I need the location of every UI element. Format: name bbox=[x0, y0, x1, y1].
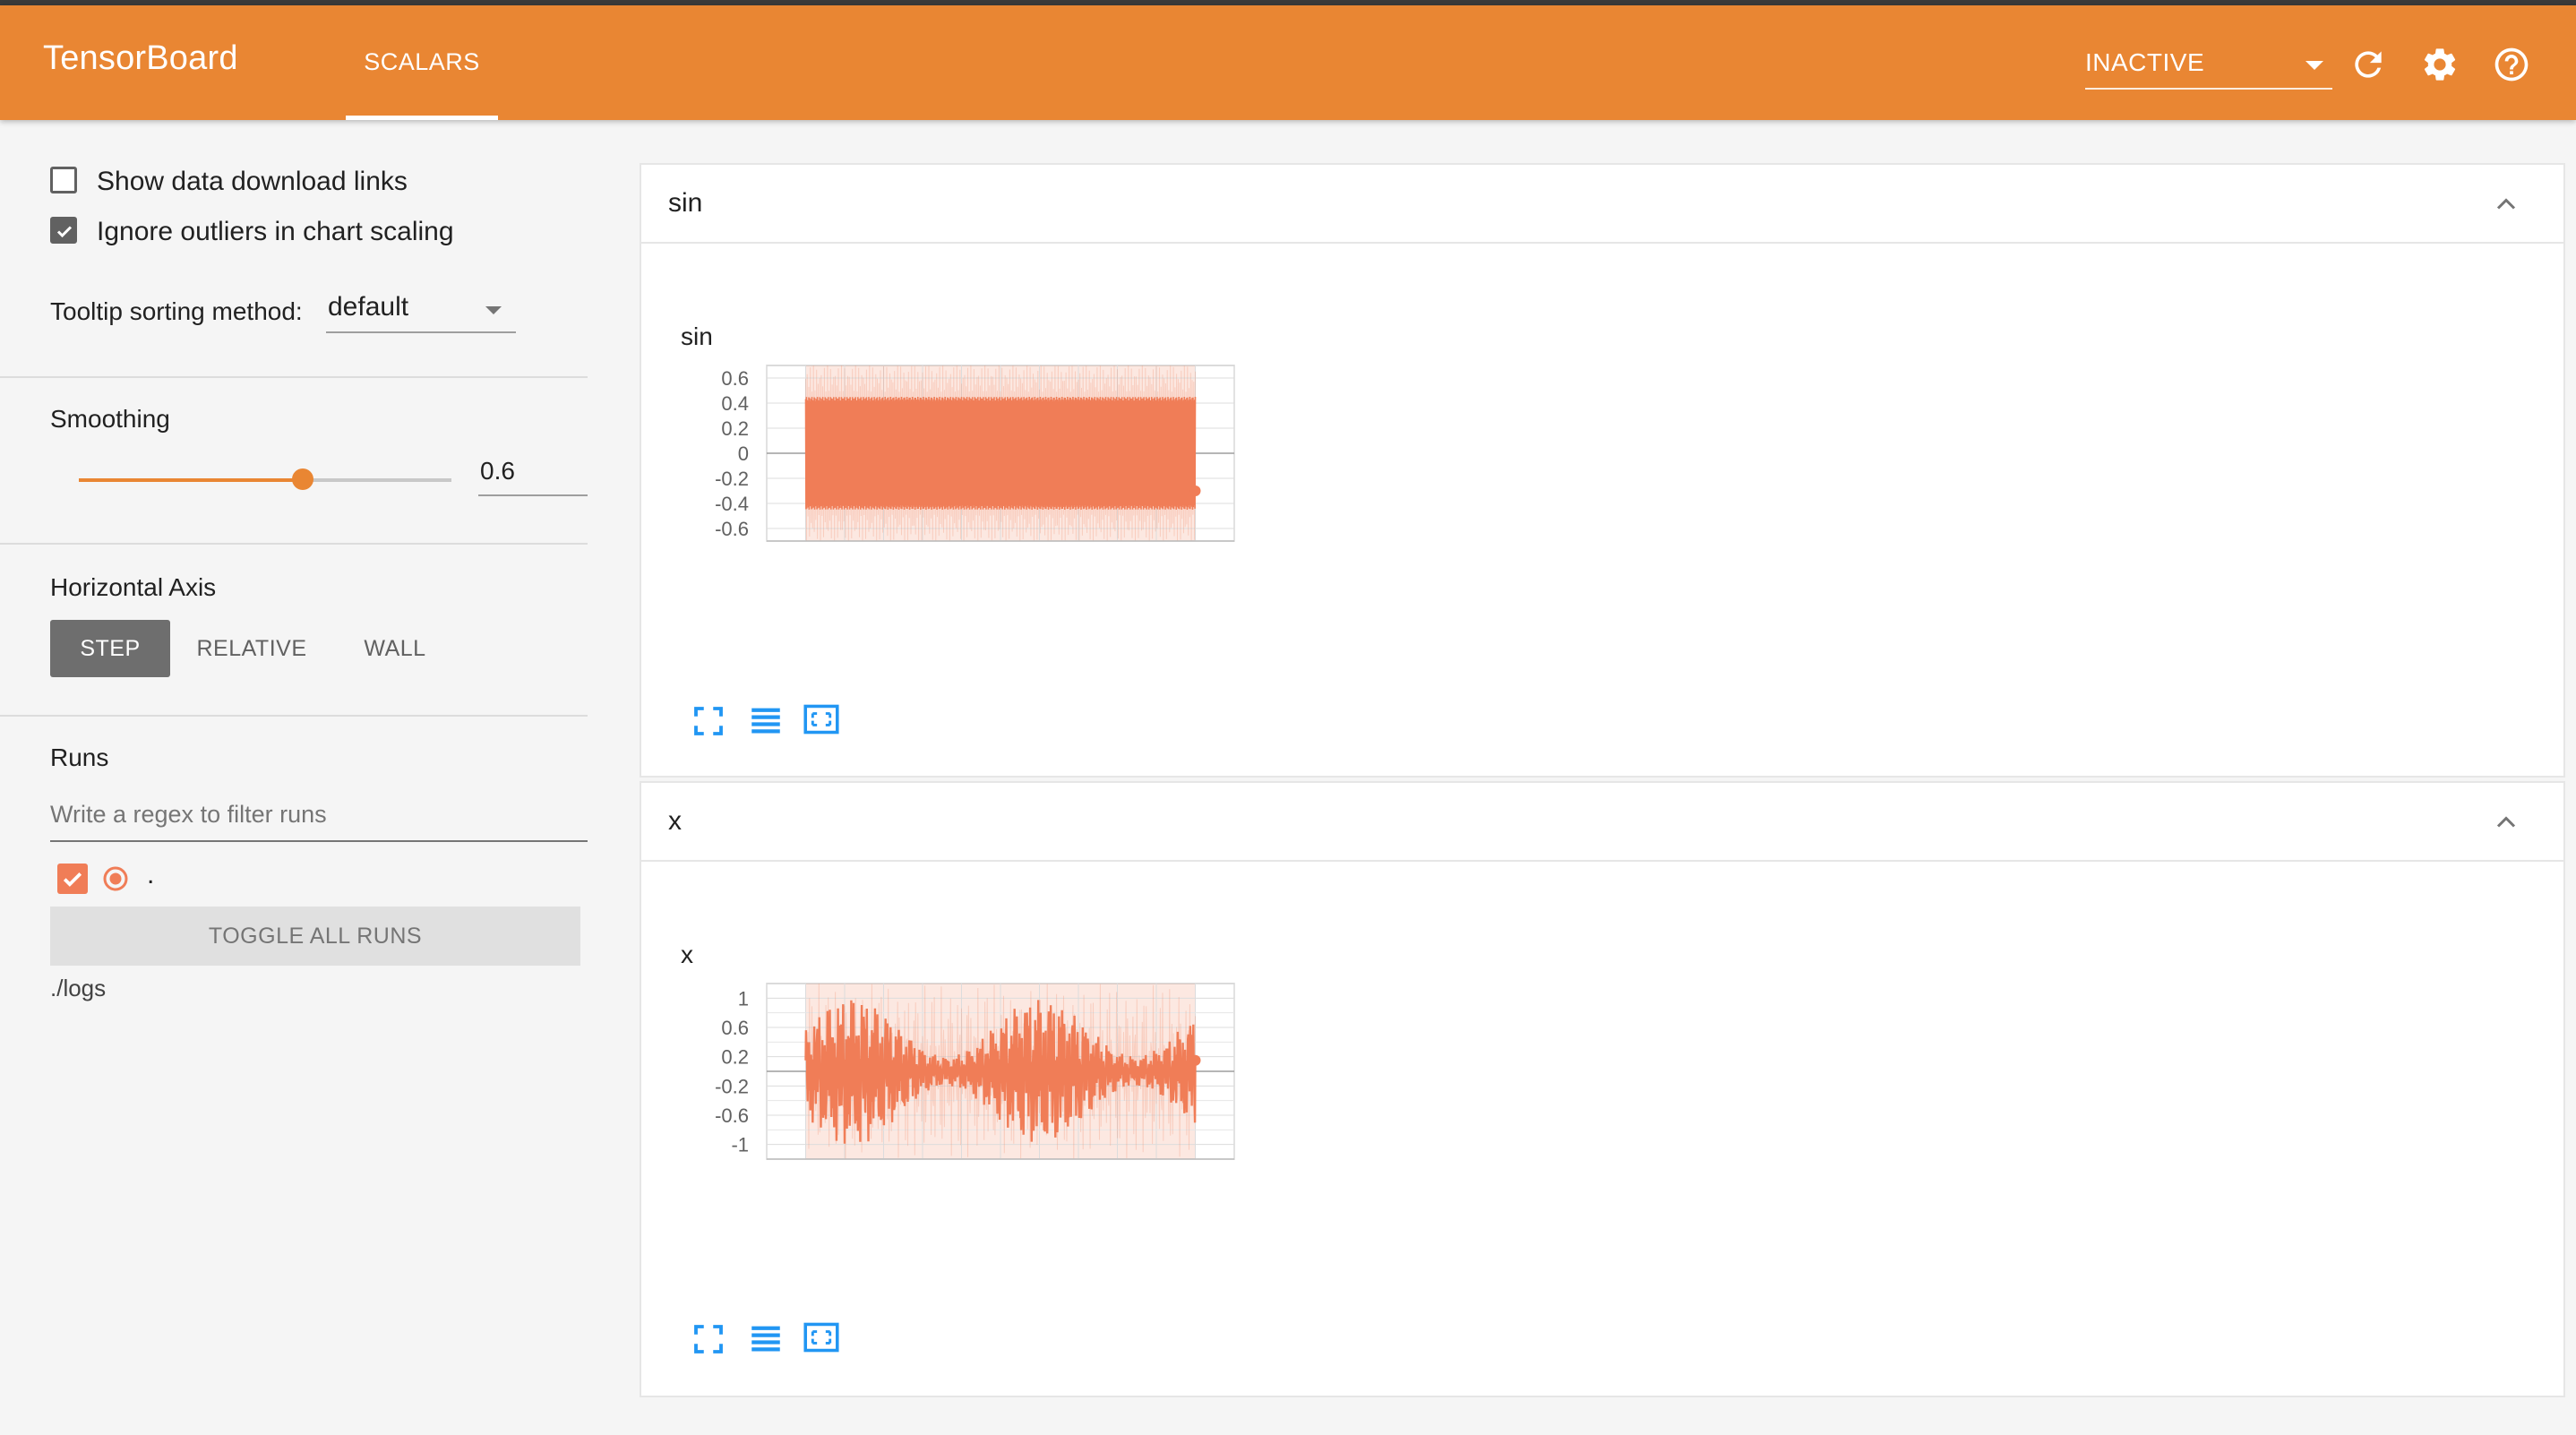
section-divider bbox=[0, 543, 588, 545]
show-download-links-checkbox[interactable] bbox=[50, 167, 77, 193]
refresh-icon[interactable] bbox=[2348, 45, 2388, 84]
tab-scalars-label: SCALARS bbox=[364, 48, 480, 75]
app-brand: TensorBoard bbox=[43, 39, 238, 77]
log-scale-icon[interactable] bbox=[747, 1320, 785, 1358]
series-end-point bbox=[1189, 485, 1201, 496]
y-tick-label: -0.6 bbox=[715, 1104, 749, 1127]
axis-wall-button[interactable]: WALL bbox=[337, 620, 453, 677]
run-name: . bbox=[147, 860, 155, 889]
runs-label: Runs bbox=[50, 743, 109, 771]
logdir-label: ./logs bbox=[50, 975, 107, 1001]
run-checkbox[interactable] bbox=[57, 864, 88, 894]
category-title: sin bbox=[668, 188, 703, 218]
chevron-down-icon bbox=[2306, 61, 2323, 70]
y-tick-label: 0 bbox=[738, 443, 749, 465]
gear-icon[interactable] bbox=[2420, 45, 2460, 84]
tooltip-sorting-select[interactable]: default bbox=[326, 287, 516, 333]
y-tick-label: -1 bbox=[731, 1134, 749, 1156]
smoothing-slider-fill bbox=[79, 478, 303, 482]
series-end-point bbox=[1189, 1054, 1201, 1066]
category-card-sin: sin sin 0.60.40.20-0.2-0.4-0.60200400600… bbox=[640, 163, 2565, 778]
y-tick-label: -0.6 bbox=[715, 518, 749, 540]
category-title: x bbox=[668, 806, 682, 836]
y-tick-label: 0.2 bbox=[721, 417, 749, 440]
toggle-all-runs-button[interactable]: TOGGLE ALL RUNS bbox=[50, 907, 580, 966]
chart-title: sin bbox=[681, 322, 713, 350]
ignore-outliers-checkbox[interactable] bbox=[50, 217, 77, 244]
main-content: sin sin 0.60.40.20-0.2-0.4-0.60200400600… bbox=[640, 120, 2565, 1435]
section-divider bbox=[0, 376, 588, 378]
chevron-up-icon[interactable] bbox=[2490, 806, 2522, 838]
smoothing-value: 0.6 bbox=[480, 457, 515, 485]
scroll-cut-strip bbox=[640, 120, 2565, 124]
y-tick-label: -0.2 bbox=[715, 1075, 749, 1097]
chevron-up-icon[interactable] bbox=[2490, 188, 2522, 220]
y-tick-label: 0.6 bbox=[721, 1017, 749, 1039]
chart-x[interactable]: 10.60.2-0.2-0.6-102004006008001k bbox=[641, 980, 1268, 1168]
category-card-x: x x 10.60.2-0.2-0.6-102004006008001k bbox=[640, 781, 2565, 1397]
chevron-down-icon bbox=[485, 306, 502, 314]
tooltip-sorting-label: Tooltip sorting method: bbox=[50, 297, 303, 325]
chart-sin[interactable]: 0.60.40.20-0.2-0.4-0.602004006008001k bbox=[641, 362, 1268, 550]
runs-filter-input[interactable] bbox=[50, 794, 579, 835]
y-tick-label: -0.4 bbox=[715, 493, 749, 515]
smoothing-slider-knob[interactable] bbox=[291, 468, 313, 490]
help-icon[interactable] bbox=[2492, 45, 2531, 84]
fullscreen-icon[interactable] bbox=[690, 702, 727, 740]
smoothing-input[interactable]: 0.6 bbox=[478, 451, 588, 496]
y-tick-label: -0.2 bbox=[715, 468, 749, 490]
checkmark-icon bbox=[56, 226, 73, 238]
dashboard-select[interactable]: INACTIVE bbox=[2085, 39, 2332, 90]
section-divider bbox=[0, 715, 588, 717]
log-scale-icon[interactable] bbox=[747, 702, 785, 740]
tooltip-sorting-value: default bbox=[328, 292, 409, 322]
run-radio[interactable] bbox=[102, 865, 129, 892]
axis-relative-button[interactable]: RELATIVE bbox=[185, 620, 319, 677]
show-download-links-label: Show data download links bbox=[97, 167, 408, 196]
checkmark-icon bbox=[63, 872, 82, 887]
smoothing-label: Smoothing bbox=[50, 405, 170, 433]
chart-title: x bbox=[681, 941, 693, 968]
smoothing-slider-track[interactable] bbox=[79, 478, 451, 482]
category-header[interactable]: x bbox=[641, 783, 2563, 862]
fullscreen-icon[interactable] bbox=[690, 1320, 727, 1358]
y-tick-label: 0.2 bbox=[721, 1046, 749, 1069]
y-tick-label: 0.6 bbox=[721, 367, 749, 390]
y-tick-label: 1 bbox=[738, 987, 749, 1010]
smoothed-series-line bbox=[804, 396, 1197, 511]
y-tick-label: 0.4 bbox=[721, 392, 749, 415]
dashboard-select-value: INACTIVE bbox=[2085, 48, 2205, 76]
tab-active-underline bbox=[346, 116, 498, 120]
fit-domain-icon[interactable] bbox=[803, 1319, 840, 1356]
runs-filter[interactable] bbox=[50, 794, 588, 842]
axis-step-button[interactable]: STEP bbox=[50, 620, 170, 677]
app-header: TensorBoard SCALARS INACTIVE bbox=[0, 5, 2576, 120]
tab-scalars[interactable]: SCALARS bbox=[346, 5, 498, 120]
ignore-outliers-label: Ignore outliers in chart scaling bbox=[97, 217, 454, 246]
horizontal-axis-label: Horizontal Axis bbox=[50, 573, 217, 601]
fit-domain-icon[interactable] bbox=[803, 700, 840, 738]
category-header[interactable]: sin bbox=[641, 165, 2563, 244]
sidebar: Show data download links Ignore outliers… bbox=[0, 120, 588, 1435]
